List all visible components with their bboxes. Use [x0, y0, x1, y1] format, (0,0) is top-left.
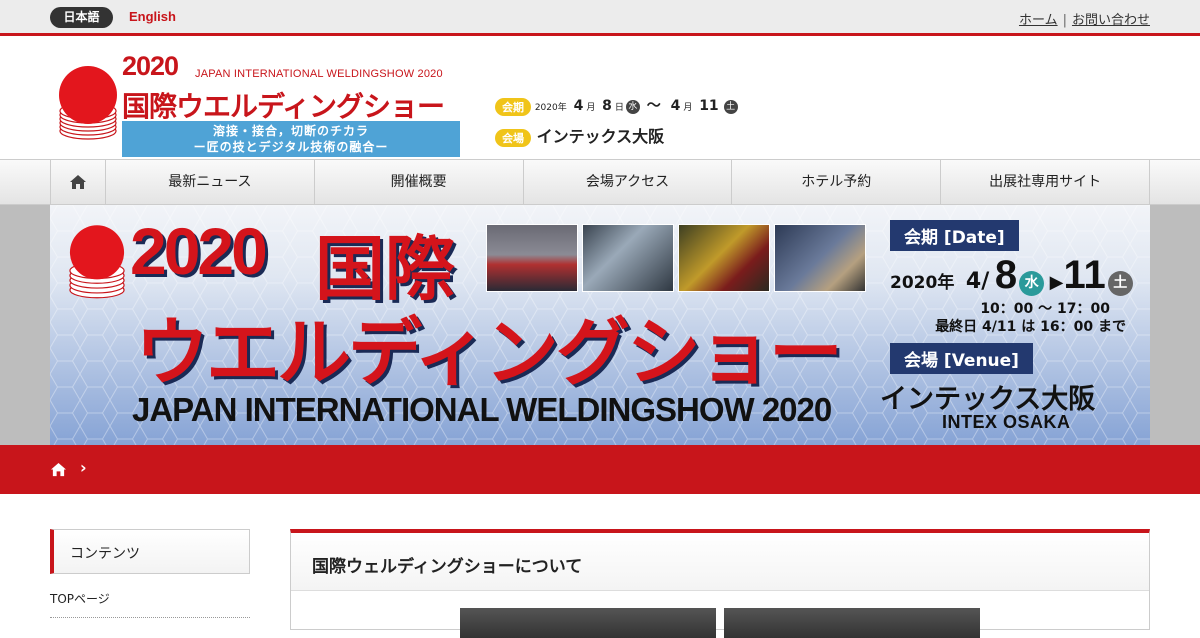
banner-logo-disc-icon	[69, 225, 125, 299]
date-end-month: 4	[670, 98, 681, 114]
weekday-sat-badge: 土	[723, 99, 738, 114]
date-end-day: 11	[699, 98, 719, 114]
breadcrumb-separator: ›	[80, 458, 87, 477]
nav-item-hotel[interactable]: ホテル予約	[732, 160, 942, 204]
date-hi-1: 日	[614, 103, 624, 113]
weekday-wed-badge: 水	[625, 99, 640, 114]
logo-tagline: 溶接・接合，切断のチカラ ー匠の技とデジタル技術の融合ー	[122, 121, 460, 157]
date-range-separator: 〜	[646, 98, 661, 114]
date-label-badge: 会期	[495, 97, 531, 116]
banner-date-month: 4/	[965, 269, 990, 294]
tagline-line-1: 溶接・接合，切断のチカラ	[212, 124, 369, 138]
top-utility-bar: 日本語 English ホーム | お問い合わせ	[0, 0, 1200, 36]
banner-weekday-wed-badge: 水	[1019, 271, 1045, 296]
date-tsuki-1: 月	[586, 103, 596, 113]
sidebar-heading: コンテンツ	[50, 529, 250, 574]
nav-item-overview[interactable]: 開催概要	[315, 160, 524, 204]
date-start-day: 8	[602, 98, 612, 114]
lang-english-link[interactable]: English	[129, 9, 176, 24]
logo-english-title: JAPAN INTERNATIONAL WELDINGSHOW 2020	[195, 68, 443, 80]
date-year: 2020	[534, 103, 558, 113]
sidebar-item-top[interactable]: TOPページ	[50, 590, 250, 618]
nav-item-news[interactable]: 最新ニュース	[106, 160, 315, 204]
nav-inner: 最新ニュース 開催概要 会場アクセス ホテル予約 出展社専用サイト	[50, 160, 1151, 204]
banner-year: 2020	[130, 214, 268, 288]
banner-date-nen: 年	[937, 273, 955, 293]
breadcrumb: ›	[0, 445, 1200, 494]
banner-title: ウエルディングショー	[135, 310, 843, 396]
tagline-line-2: ー匠の技とデジタル技術の融合ー	[193, 140, 389, 154]
breadcrumb-home-icon[interactable]	[50, 462, 67, 477]
banner-photo-ceremony	[486, 224, 578, 292]
date-nen: 年	[557, 103, 567, 113]
banner-area: 2020 国際 ウエルディングショー JAPAN INTERNATIONAL W…	[0, 205, 1200, 445]
nav-home-button[interactable]	[51, 160, 106, 204]
banner-english-title: JAPAN INTERNATIONAL WELDINGSHOW 2020	[132, 391, 832, 428]
logo-disc-icon[interactable]	[58, 65, 118, 143]
home-icon	[69, 175, 86, 189]
banner-photo-booth	[582, 224, 674, 292]
banner-date-year: 2020	[890, 273, 938, 293]
top-links: ホーム | お問い合わせ	[1019, 9, 1150, 28]
banner-date-end: 11	[1063, 253, 1106, 297]
hero-banner: 2020 国際 ウエルディングショー JAPAN INTERNATIONAL W…	[50, 205, 1150, 445]
banner-last-day: 最終日 4/11 は 16：00 まで	[935, 319, 1126, 335]
banner-venue-en: INTEX OSAKA	[942, 412, 1071, 432]
home-link[interactable]: ホーム	[1019, 13, 1058, 28]
header-date: 会期 2020年 4月 8日水 〜 4月 11 土	[495, 95, 738, 116]
venue-label-badge: 会場	[495, 128, 531, 147]
banner-weekday-sat-badge: 土	[1107, 271, 1133, 296]
banner-date-start: 8	[994, 253, 1018, 297]
banner-date-label: 会期 [Date]	[890, 220, 1019, 251]
logo-japanese-title[interactable]: 国際ウエルディングショー	[122, 85, 445, 125]
nav-item-access[interactable]: 会場アクセス	[524, 160, 733, 204]
contact-link[interactable]: お問い合わせ	[1072, 13, 1150, 28]
banner-photo-welder	[774, 224, 866, 292]
site-header: 2020 JAPAN INTERNATIONAL WELDINGSHOW 202…	[0, 39, 1200, 159]
link-separator: |	[1062, 13, 1067, 28]
banner-venue-label: 会場 [Venue]	[890, 343, 1033, 374]
main-navigation: 最新ニュース 開催概要 会場アクセス ホテル予約 出展社専用サイト	[0, 159, 1200, 205]
logo-year: 2020	[122, 51, 179, 81]
date-start-month: 4	[573, 98, 584, 114]
main-content-box: 国際ウェルディングショーについて	[290, 529, 1150, 638]
banner-photo-robot	[678, 224, 770, 292]
lang-japanese-button[interactable]: 日本語	[50, 7, 113, 28]
banner-date-row: 2020年 4/ 8水 ▶11 土	[890, 253, 1133, 298]
banner-time: 10：00 〜 17：00	[980, 301, 1110, 317]
main-photo-1	[460, 608, 716, 638]
venue-name: インテックス大阪	[536, 127, 665, 146]
main-heading: 国際ウェルディングショーについて	[291, 533, 1149, 591]
main-photo-2	[724, 608, 980, 638]
nav-item-exhibitor[interactable]: 出展社専用サイト	[941, 160, 1151, 204]
banner-venue: インテックス大阪	[880, 384, 1096, 415]
arrow-right-icon: ▶	[1049, 272, 1064, 293]
header-venue: 会場 インテックス大阪	[495, 123, 664, 147]
date-tsuki-2: 月	[683, 103, 693, 113]
